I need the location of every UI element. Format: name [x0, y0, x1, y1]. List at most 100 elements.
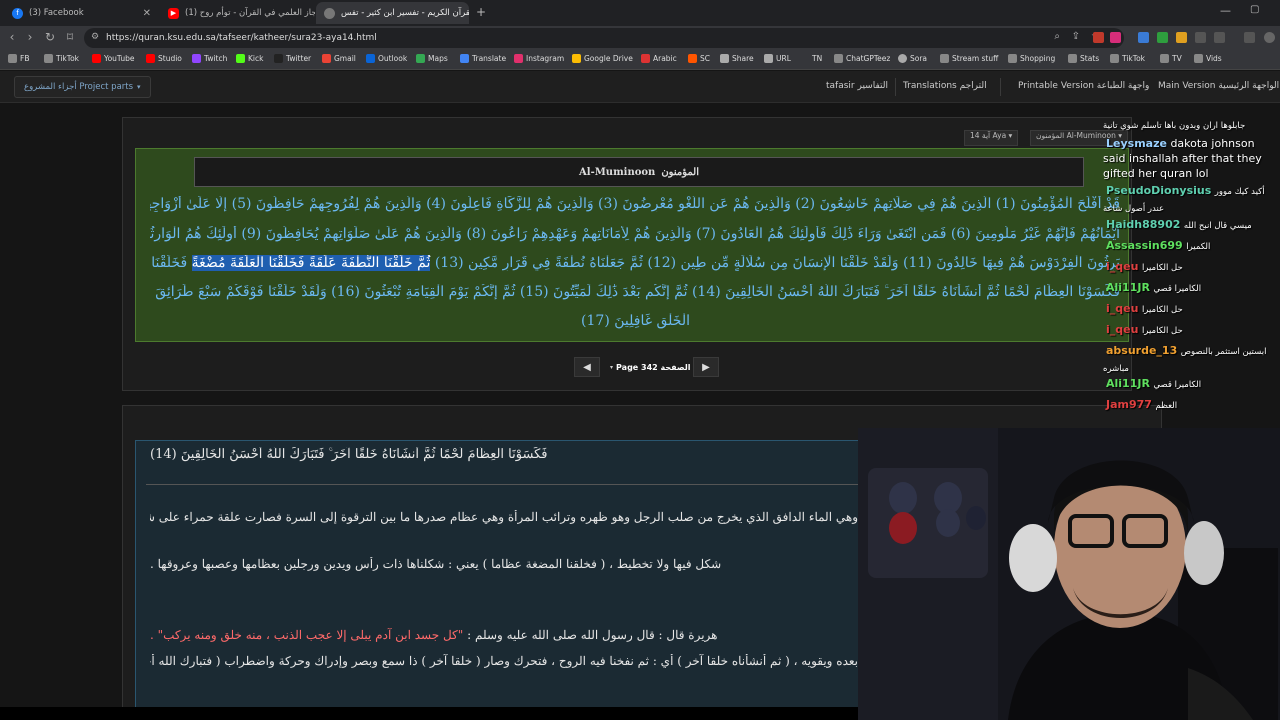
bookmark-url[interactable]: URL: [764, 54, 791, 63]
bookmark-sora[interactable]: Sora: [898, 54, 927, 63]
bottom-bar: [0, 707, 858, 720]
extension-icon[interactable]: [1138, 32, 1149, 43]
nav-printable-version[interactable]: Printable Version واجهة الطباعة: [1018, 81, 1149, 91]
site-info-icon[interactable]: ⚙: [91, 32, 99, 42]
surah-arabic-name: المؤمنون: [661, 166, 699, 178]
address-toolbar: ‹ › ↻ ⌑ ⚙ https://quran.ksu.edu.sa/tafse…: [0, 26, 1280, 50]
close-tab-icon[interactable]: ✕: [143, 8, 151, 19]
bookmark-gmail[interactable]: Gmail: [322, 54, 356, 63]
puzzle-icon[interactable]: [1214, 32, 1225, 43]
youtube-icon: [92, 54, 101, 63]
chat-message: i_qeu حل الكاميرا: [1106, 302, 1183, 315]
media-icon[interactable]: [1244, 32, 1255, 43]
forward-icon[interactable]: ›: [22, 30, 38, 44]
quran-line[interactable]: أَيْمَانُهُمْ فَإِنَّهُمْ غَيْرُ مَلُومِ…: [150, 226, 1120, 242]
nav-main-version[interactable]: Main Version الواجهة الرئيسية: [1158, 81, 1279, 91]
quran-line[interactable]: فَكَسَوْنَا الْعِظَامَ لَحْمًا ثُمَّ أَن…: [150, 284, 1120, 300]
bookmark-arabic[interactable]: Arabic: [641, 54, 677, 63]
nav-tafasir[interactable]: tafasir التفاسير: [826, 81, 888, 91]
quran-line[interactable]: قَدْ أَفْلَحَ الْمُؤْمِنُونَ (1) الَّذِي…: [150, 196, 1120, 212]
chat-message: Haidh88902 ميسي قال انبح الله: [1106, 218, 1252, 231]
browser-tab-bar: f (3) Facebook ✕ ▶ (1) الإعجاز العلمي في…: [0, 0, 1280, 26]
page-select[interactable]: ▾ Page 342 الصفحة: [604, 357, 697, 377]
site-icon: [324, 7, 335, 19]
bookmark-shopping[interactable]: Shopping: [1008, 54, 1055, 63]
translate-icon: [460, 54, 469, 63]
divider: [146, 484, 858, 485]
tab-label: (1) الإعجاز العلمي في القرآن - توأم روح.…: [185, 8, 315, 18]
tafsir-narration: هريرة قال : قال رسول الله صلى الله عليه …: [467, 628, 718, 642]
minimize-button[interactable]: —: [1220, 4, 1231, 17]
aya-select[interactable]: آية 14 Aya ▾: [964, 130, 1019, 146]
bookmark-google-drive[interactable]: Google Drive: [572, 54, 633, 63]
quran-line[interactable]: يَرِثُونَ الْفِرْدَوْسَ هُمْ فِيهَا خَال…: [150, 255, 1120, 271]
facebook-icon: f: [12, 7, 23, 19]
bookmark-studio[interactable]: Studio: [146, 54, 182, 63]
bookmark-translate[interactable]: Translate: [460, 54, 506, 63]
gmail-icon: [322, 54, 331, 63]
quran-line-end: فَخَلَقْنَا الْمُضْغَةَ عِظَامًا: [150, 255, 188, 271]
bookmark-tiktok-2[interactable]: TikTok: [1110, 54, 1145, 63]
nav-translations[interactable]: Translations التراجم: [903, 81, 987, 91]
bookmark-maps[interactable]: Maps: [416, 54, 448, 63]
extension-icon[interactable]: [1176, 32, 1187, 43]
search-icon[interactable]: ⌕: [1054, 31, 1060, 42]
next-page-button[interactable]: ▶: [693, 357, 719, 377]
bookmark-stream-stuff[interactable]: Stream stuff: [940, 54, 998, 63]
new-tab-button[interactable]: +: [476, 5, 486, 19]
chat-message: Jam977 العظم: [1106, 398, 1178, 411]
share-icon: [720, 54, 729, 63]
project-parts-dropdown[interactable]: أجزاء المشروع Project parts ▾: [14, 76, 151, 98]
bookmark-twitch[interactable]: Twitch: [192, 54, 227, 63]
bookmark-tn[interactable]: TN: [812, 54, 822, 63]
twitch-icon: [192, 54, 201, 63]
chat-message: Ali11JR الكاميرا قصي: [1106, 377, 1202, 390]
prev-page-button[interactable]: ◀: [574, 357, 600, 377]
folder-icon: [44, 54, 53, 63]
highlighted-verse: ثُمَّ خَلَقْنَا النُّطْفَةَ عَلَقَةً فَخ…: [191, 255, 431, 271]
back-icon[interactable]: ‹: [4, 30, 20, 44]
url-field[interactable]: ⚙ https://quran.ksu.edu.sa/tafseer/kathe…: [84, 28, 1124, 48]
bookmark-vids[interactable]: Vids: [1194, 54, 1222, 63]
divider: [895, 78, 896, 96]
chat-message: عندر أصول شاعة: [1103, 204, 1165, 214]
surah-header: Al-Muminoon المؤمنون: [194, 157, 1084, 187]
bookmark-kick[interactable]: Kick: [236, 54, 263, 63]
outlook-icon: [366, 54, 375, 63]
folder-icon: [8, 54, 17, 63]
maximize-button[interactable]: ▢: [1250, 4, 1259, 15]
hadith-text: "كل جسد ابن آدم يبلى إلا عجب الذنب ، منه…: [150, 628, 464, 642]
folder-icon: [1160, 54, 1169, 63]
share-icon[interactable]: ⇪: [1072, 31, 1080, 42]
bookmark-fb[interactable]: FB: [8, 54, 29, 63]
reload-icon[interactable]: ↻: [42, 30, 58, 44]
bookmark-icon[interactable]: ⌑: [62, 30, 78, 44]
chat-message: Assassin699 الكميرا: [1106, 239, 1211, 252]
bookmark-sc[interactable]: SC: [688, 54, 710, 63]
pagination: ◀: [574, 357, 600, 377]
extension-icon[interactable]: [1195, 32, 1206, 43]
chat-message: جابلوها اران وبدون باها تاسلم شوي تانية: [1103, 121, 1246, 131]
bookmark-tiktok[interactable]: TikTok: [44, 54, 79, 63]
folder-icon: [1110, 54, 1119, 63]
tab-youtube[interactable]: ▶ (1) الإعجاز العلمي في القرآن - توأم رو…: [160, 2, 315, 24]
bookmark-stats[interactable]: Stats: [1068, 54, 1099, 63]
chat-message: i_qeu حل الكاميرا: [1106, 323, 1183, 336]
bookmark-tv[interactable]: TV: [1160, 54, 1182, 63]
brave-shield-icon[interactable]: [1093, 32, 1104, 43]
folder-icon: [834, 54, 843, 63]
google-drive-icon: [572, 54, 581, 63]
instagram-icon: [514, 54, 523, 63]
bookmark-youtube[interactable]: YouTube: [92, 54, 135, 63]
bookmark-chatgpteez[interactable]: ChatGPTeez: [834, 54, 890, 63]
tab-facebook[interactable]: f (3) Facebook ✕: [4, 2, 159, 24]
quran-line[interactable]: الْخَلْقِ غَافِلِينَ (17): [150, 313, 690, 329]
extension-icon[interactable]: [1157, 32, 1168, 43]
extension-icon[interactable]: [1110, 32, 1121, 43]
bookmark-twitter[interactable]: Twitter: [274, 54, 311, 63]
bookmark-outlook[interactable]: Outlook: [366, 54, 407, 63]
menu-icon[interactable]: [1264, 32, 1275, 43]
bookmark-share[interactable]: Share: [720, 54, 754, 63]
tab-quran-active[interactable]: القرآن الكريم - تفسير ابن كثير - تفس ✕: [316, 2, 469, 24]
bookmark-instagram[interactable]: Instagram: [514, 54, 564, 63]
